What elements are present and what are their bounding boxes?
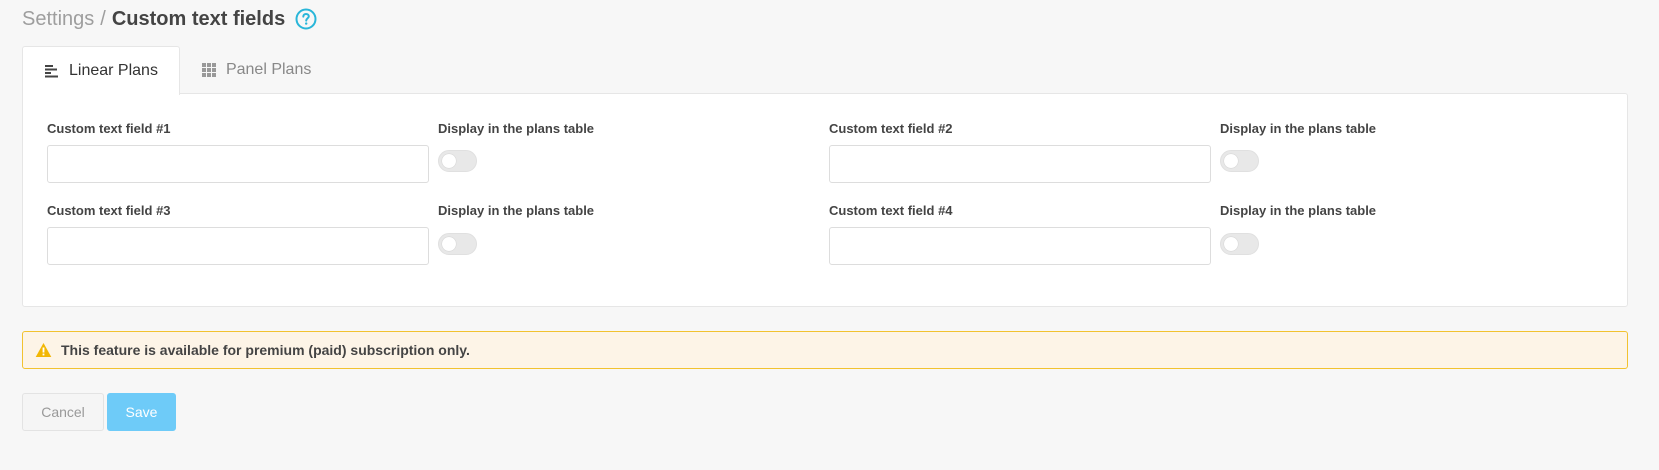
breadcrumb-settings-link[interactable]: Settings (22, 8, 94, 31)
premium-feature-alert: This feature is available for premium (p… (22, 331, 1628, 369)
toggle-knob (1224, 154, 1238, 168)
warning-triangle-icon (35, 342, 52, 358)
custom-field-2-input[interactable] (829, 145, 1211, 183)
custom-field-3-input[interactable] (47, 227, 429, 265)
custom-field-1-toggle-label: Display in the plans table (438, 121, 595, 136)
alert-text: This feature is available for premium (p… (61, 342, 470, 358)
custom-field-4-display-toggle[interactable] (1220, 233, 1259, 255)
custom-field-2-label: Custom text field #2 (829, 121, 953, 136)
question-circle-icon[interactable] (295, 8, 317, 30)
toggle-knob (442, 237, 456, 251)
custom-field-4-label: Custom text field #4 (829, 203, 953, 218)
custom-field-3-display-toggle[interactable] (438, 233, 477, 255)
cancel-button[interactable]: Cancel (22, 393, 104, 431)
custom-field-1-display-toggle[interactable] (438, 150, 477, 172)
custom-field-4-toggle-label: Display in the plans table (1220, 203, 1377, 218)
custom-field-2-display-toggle[interactable] (1220, 150, 1259, 172)
custom-fields-panel: Custom text field #1 Display in the plan… (22, 93, 1628, 307)
save-button[interactable]: Save (107, 393, 176, 431)
tab-panel-plans[interactable]: Panel Plans (180, 46, 332, 94)
custom-field-4-input[interactable] (829, 227, 1211, 265)
plan-type-tabs: Linear Plans Panel Plans (22, 46, 332, 95)
toggle-knob (1224, 237, 1238, 251)
custom-field-2-toggle-label: Display in the plans table (1220, 121, 1377, 136)
custom-field-1-label: Custom text field #1 (47, 121, 171, 136)
breadcrumb-separator: / (100, 7, 106, 30)
breadcrumb: Settings / Custom text fields (22, 6, 317, 32)
tab-label: Panel Plans (225, 61, 312, 78)
tab-linear-plans[interactable]: Linear Plans (22, 46, 180, 95)
toggle-knob (442, 154, 456, 168)
page-title: Custom text fields (111, 7, 286, 30)
custom-field-1-input[interactable] (47, 145, 429, 183)
custom-field-3-toggle-label: Display in the plans table (438, 203, 595, 218)
tab-label: Linear Plans (69, 62, 158, 79)
grid-icon (201, 62, 217, 78)
align-left-icon (44, 63, 60, 79)
custom-field-3-label: Custom text field #3 (47, 203, 171, 218)
